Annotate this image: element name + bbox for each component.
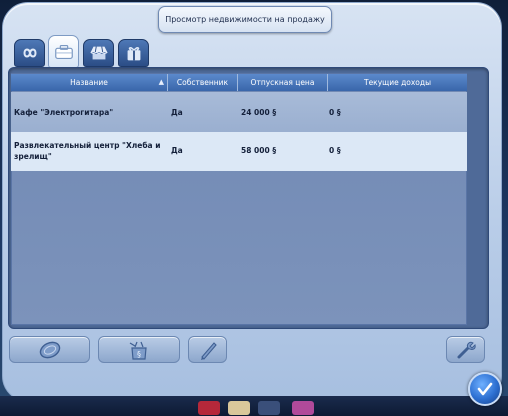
briefcase-icon	[54, 44, 73, 59]
row-income: 0 §	[329, 108, 341, 117]
row-property-name: Развлекательный центр "Хлеба и зрелищ"	[14, 141, 161, 161]
column-header-income-label: Текущие доходы	[363, 78, 431, 87]
column-header-owner-label: Собственник	[176, 78, 229, 87]
ok-button[interactable]	[468, 372, 502, 406]
store-awning-icon	[89, 46, 108, 60]
column-header-name-label: Название	[70, 78, 108, 87]
table-row[interactable]: Развлекательный центр "Хлеба и зрелищ" Д…	[11, 132, 467, 171]
infinity-icon	[22, 48, 37, 58]
gift-box-icon	[127, 47, 140, 61]
sell-button[interactable]: §	[98, 336, 180, 363]
coin-icon	[39, 341, 60, 358]
column-header-name[interactable]: Название ▲	[11, 74, 168, 91]
column-header-income[interactable]: Текущие доходы	[328, 74, 467, 91]
pencil-icon	[200, 341, 217, 360]
game-bottom-bar	[0, 396, 508, 416]
sort-ascending-icon: ▲	[158, 78, 164, 86]
tab-store[interactable]	[83, 39, 114, 67]
tab-infinity[interactable]	[14, 39, 45, 67]
panel-title-label: Просмотр недвижимости на продажу	[165, 15, 325, 24]
column-header-owner[interactable]: Собственник	[168, 74, 238, 91]
sell-bag-icon: §	[129, 341, 147, 360]
panel-title: Просмотр недвижимости на продажу	[158, 6, 332, 33]
bottom-bar-icon[interactable]	[228, 401, 250, 415]
row-price: 58 000 §	[241, 146, 277, 155]
buy-button[interactable]	[9, 336, 90, 363]
rename-button[interactable]	[188, 336, 227, 363]
row-owner: Да	[171, 108, 183, 117]
settings-button[interactable]	[446, 336, 485, 363]
column-header-price[interactable]: Отпускная цена	[238, 74, 328, 91]
column-header-price-label: Отпускная цена	[250, 78, 315, 87]
bottom-bar-icon[interactable]	[292, 401, 314, 415]
row-property-name: Кафе "Электрогитара"	[14, 108, 114, 117]
svg-text:§: §	[137, 350, 141, 359]
row-income: 0 §	[329, 146, 341, 155]
tab-gift[interactable]	[118, 39, 149, 67]
bottom-bar-icon[interactable]	[258, 401, 280, 415]
wrench-icon	[457, 341, 476, 358]
row-owner: Да	[171, 146, 183, 155]
table-row[interactable]: Кафе "Электрогитара" Да 24 000 § 0 §	[11, 92, 467, 132]
checkmark-icon	[477, 382, 493, 396]
car-icon[interactable]	[198, 401, 220, 415]
tab-briefcase[interactable]	[48, 35, 79, 68]
row-price: 24 000 §	[241, 108, 277, 117]
